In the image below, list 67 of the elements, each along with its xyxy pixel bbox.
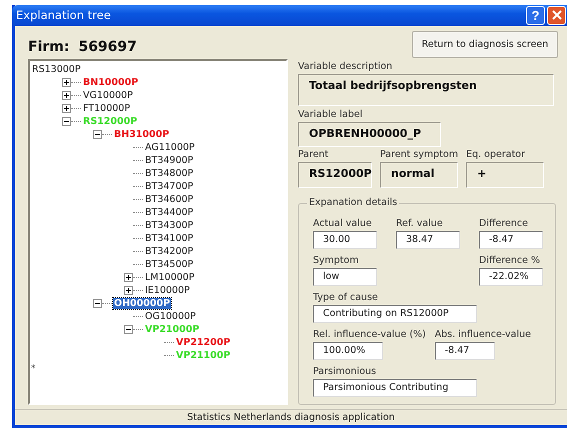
operator-field: +	[466, 162, 544, 188]
field-label: Ref. value	[396, 218, 444, 229]
rel-influence-field[interactable]: 100.00%	[313, 342, 383, 360]
tree-node[interactable]: BT34500P	[144, 258, 194, 270]
tree-node[interactable]: BT34400P	[144, 206, 194, 218]
symptom-field: normal	[380, 162, 458, 188]
expand-icon[interactable]	[62, 104, 71, 113]
close-button[interactable]	[547, 6, 566, 25]
tree-node[interactable]: FT10000P	[82, 102, 132, 114]
tree-node[interactable]: BT34700P	[144, 180, 194, 192]
collapse-icon[interactable]	[93, 298, 102, 308]
field-label: Parent	[298, 148, 330, 160]
field-label: Difference %	[479, 254, 542, 266]
actual-value-field[interactable]: 30.00	[313, 230, 377, 249]
expand-icon[interactable]	[124, 286, 133, 295]
field-label: Parent symptom	[380, 148, 458, 160]
tree-node[interactable]: OH00000P	[113, 298, 172, 309]
expand-icon[interactable]	[62, 90, 71, 100]
field-label: Abs. influence-value	[434, 328, 531, 340]
difference-pct-field[interactable]: -22.02%	[479, 268, 543, 286]
end-mark: *	[31, 364, 36, 374]
field-label: Type of cause	[313, 292, 379, 303]
tree-node[interactable]: BH31000P	[113, 128, 170, 140]
firm-number: 569697	[78, 38, 137, 55]
tree-node[interactable]: AG11000P	[144, 142, 196, 153]
expand-icon[interactable]	[62, 78, 71, 87]
symptom-input[interactable]: low	[313, 268, 377, 286]
label-field: OPBRENH00000_P	[298, 122, 441, 147]
collapse-icon[interactable]	[62, 116, 71, 126]
status-text: Statistics Netherlands diagnosis application	[187, 412, 395, 423]
ref-value-field[interactable]: 38.47	[396, 230, 460, 249]
field-label: Difference	[479, 218, 529, 229]
tree-node[interactable]: BT34600P	[144, 194, 194, 205]
tree-node[interactable]: OG10000P	[144, 310, 197, 322]
cause-field[interactable]: Contributing on RS12000P	[313, 304, 477, 323]
field-label: Eq. operator	[466, 148, 526, 160]
tree-node[interactable]: BT34200P	[144, 246, 194, 257]
expand-icon[interactable]	[124, 272, 133, 282]
collapse-icon[interactable]	[93, 130, 102, 139]
tree-node[interactable]: IE10000P	[144, 284, 191, 296]
abs-influence-field[interactable]: -8.47	[434, 342, 495, 360]
tree-node[interactable]: LM10000P	[144, 272, 196, 283]
tree-node[interactable]: BN10000P	[82, 76, 140, 88]
tree-node[interactable]: VP21200P	[175, 336, 232, 348]
field-label: Parsimonious	[313, 366, 378, 377]
field-label: Variable description	[298, 60, 394, 72]
close-icon	[552, 10, 562, 20]
parent-field: RS12000P	[298, 162, 372, 188]
window-title: Explanation tree	[16, 8, 111, 22]
tree-node[interactable]: VG10000P	[82, 90, 134, 101]
tree-node[interactable]: BT34800P	[144, 168, 194, 179]
tree-node[interactable]: BT34300P	[144, 220, 194, 231]
field-label: Symptom	[313, 254, 360, 266]
collapse-icon[interactable]	[124, 324, 133, 334]
description-field: Totaal bedrijfsopbrengsten	[298, 74, 554, 106]
tree-node[interactable]: RS13000P	[31, 64, 82, 75]
field-label: Variable label	[298, 108, 364, 120]
return-button[interactable]: Return to diagnosis screen	[412, 30, 558, 58]
tree-node[interactable]: BT34100P	[144, 232, 194, 244]
group-title: Expanation details	[307, 196, 400, 208]
field-label: Rel. influence-value (%)	[313, 328, 426, 340]
difference-field[interactable]: -8.47	[479, 230, 543, 249]
field-label: Actual value	[313, 218, 373, 229]
firm-label: Firm:	[28, 38, 70, 55]
tree-node[interactable]: BT34900P	[144, 154, 194, 166]
parsimonious-field[interactable]: Parsimonious Contributing	[313, 378, 477, 397]
help-button[interactable]: ?	[526, 6, 545, 25]
